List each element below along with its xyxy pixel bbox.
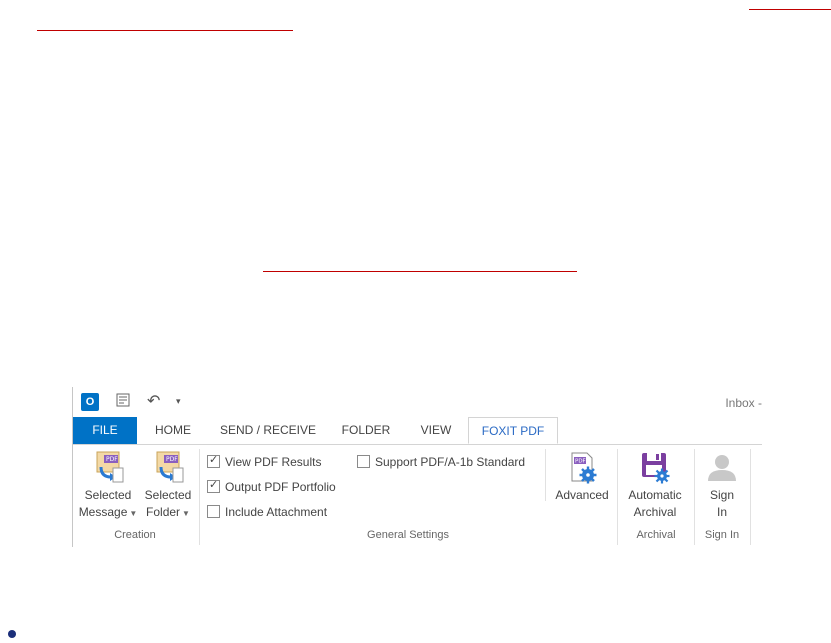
group-label-sign-in: Sign In xyxy=(704,529,740,541)
support-pdfa-label: Support PDF/A-1b Standard xyxy=(375,455,526,469)
output-pdf-portfolio-checkbox[interactable]: ✓ Output PDF Portfolio xyxy=(207,479,336,494)
selected-message-button[interactable]: PDF Selected Message ▼ xyxy=(77,451,139,522)
selected-folder-line1: Selected xyxy=(144,488,192,502)
advanced-button[interactable]: PDF Advanced xyxy=(549,451,615,504)
automatic-archival-line2: Archival xyxy=(633,505,677,519)
link-underline-top-right[interactable] xyxy=(749,9,831,10)
outlook-app-icon[interactable]: O xyxy=(81,393,99,411)
sign-in-button[interactable]: Sign In xyxy=(699,451,745,521)
svg-text:PDF: PDF xyxy=(575,459,586,465)
tab-file[interactable]: FILE xyxy=(73,417,137,444)
group-separator xyxy=(750,449,751,545)
tab-folder[interactable]: FOLDER xyxy=(335,417,397,444)
list-bullet xyxy=(8,630,16,638)
send-receive-icon[interactable] xyxy=(115,392,131,411)
svg-text:PDF: PDF xyxy=(106,456,118,463)
selected-message-line1: Selected xyxy=(84,488,132,502)
quick-access-toolbar: O ↶ ▾ Inbox - xyxy=(73,387,762,417)
sign-in-line2: In xyxy=(716,505,727,519)
automatic-archival-line1: Automatic xyxy=(628,488,682,502)
selected-folder-line2: Folder ▼ xyxy=(146,505,190,519)
automatic-archival-button[interactable]: Automatic Archival xyxy=(621,451,689,521)
outlook-ribbon: O ↶ ▾ Inbox - FILE HOME SEND / RECEIVE F… xyxy=(72,387,762,547)
chevron-down-icon: ▼ xyxy=(129,509,138,518)
checkmark-icon: ✓ xyxy=(209,479,219,491)
group-separator xyxy=(545,449,546,501)
link-underline-middle[interactable] xyxy=(263,271,577,272)
output-pdf-portfolio-label: Output PDF Portfolio xyxy=(225,480,336,494)
link-underline-top-left[interactable] xyxy=(37,30,293,31)
support-pdfa-checkbox[interactable]: Support PDF/A-1b Standard xyxy=(357,455,525,469)
group-label-creation: Creation xyxy=(114,529,156,541)
group-separator xyxy=(199,449,200,545)
ribbon-body: PDF Selected Message ▼ PDF Selected Fold… xyxy=(73,445,762,547)
svg-text:PDF: PDF xyxy=(166,456,178,463)
tab-foxit-pdf[interactable]: FOXIT PDF xyxy=(468,417,558,444)
view-pdf-results-label: View PDF Results xyxy=(225,455,322,469)
chevron-down-icon: ▼ xyxy=(182,509,190,518)
user-avatar-icon xyxy=(705,451,739,485)
include-attachment-label: Include Attachment xyxy=(225,505,328,519)
selected-message-line2: Message ▼ xyxy=(78,505,138,519)
tab-home[interactable]: HOME xyxy=(145,417,201,444)
group-label-general-settings: General Settings xyxy=(367,529,449,541)
undo-icon[interactable]: ↶ xyxy=(147,391,160,411)
pdf-from-message-icon: PDF xyxy=(91,451,125,485)
floppy-settings-icon xyxy=(638,451,672,485)
pdf-settings-icon: PDF xyxy=(565,451,599,485)
pdf-from-folder-icon: PDF xyxy=(151,451,185,485)
include-attachment-checkbox[interactable]: Include Attachment xyxy=(207,505,327,519)
tab-send-receive[interactable]: SEND / RECEIVE xyxy=(213,417,323,444)
sign-in-line1: Sign xyxy=(709,488,735,502)
ribbon-tabs: FILE HOME SEND / RECEIVE FOLDER VIEW FOX… xyxy=(73,417,762,445)
selected-folder-button[interactable]: PDF Selected Folder ▼ xyxy=(139,451,197,522)
checkbox-box[interactable] xyxy=(207,505,220,518)
checkbox-box[interactable]: ✓ xyxy=(207,454,220,468)
checkmark-icon: ✓ xyxy=(209,454,219,466)
group-separator xyxy=(617,449,618,545)
customize-qat-icon[interactable]: ▾ xyxy=(176,396,181,407)
group-label-archival: Archival xyxy=(636,529,676,541)
advanced-label: Advanced xyxy=(555,488,609,502)
window-title: Inbox - xyxy=(725,396,762,410)
view-pdf-results-checkbox[interactable]: ✓ View PDF Results xyxy=(207,454,322,469)
checkbox-box[interactable] xyxy=(357,455,370,468)
tab-view[interactable]: VIEW xyxy=(410,417,462,444)
checkbox-box[interactable]: ✓ xyxy=(207,479,220,493)
